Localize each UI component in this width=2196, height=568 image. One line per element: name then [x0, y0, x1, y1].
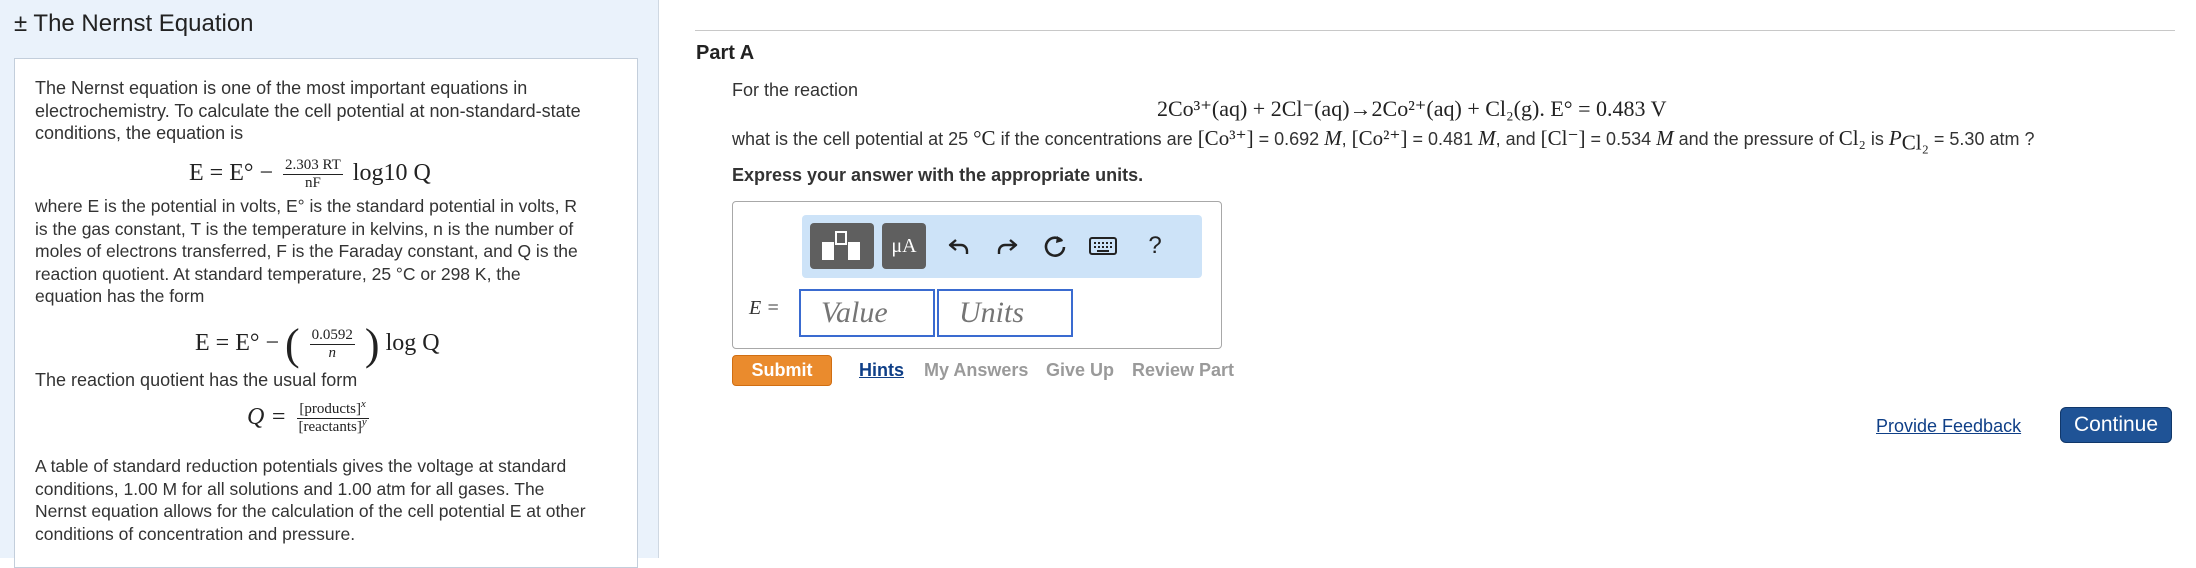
p2-line-4: reaction quotient. At standard temperatu…: [35, 263, 521, 284]
keyboard-icon[interactable]: [1082, 223, 1124, 269]
units-input[interactable]: [937, 289, 1073, 337]
continue-button[interactable]: Continue: [2060, 407, 2172, 443]
p2-line-3: moles of electrons transferred, F is the…: [35, 241, 578, 261]
my-answers-link[interactable]: My Answers: [924, 360, 1028, 381]
conc-cl-value: = 0.534: [1585, 129, 1657, 149]
answer-box: μA ? E =: [732, 201, 1222, 349]
hints-link[interactable]: Hints: [859, 360, 904, 381]
cl2-label: Cl₂: [1838, 126, 1866, 150]
reaction-intro: For the reaction: [732, 80, 859, 100]
eq1-fraction: 2.303 RT nF: [283, 157, 343, 192]
value-input[interactable]: [799, 289, 935, 337]
p2-line-5: equation has the form: [35, 286, 205, 306]
intro-paragraph-3: The reaction quotient has the usual form: [35, 370, 358, 390]
templates-button[interactable]: [810, 223, 874, 269]
eq1-lhs: E = E° −: [189, 160, 273, 187]
question-part-1: what is the cell potential at 25: [732, 129, 974, 149]
intro-title[interactable]: ± The Nernst Equation: [14, 10, 254, 38]
provide-feedback-link[interactable]: Provide Feedback: [1876, 416, 2021, 437]
eq2-right-paren: ): [364, 320, 380, 369]
help-button[interactable]: ?: [1134, 223, 1176, 269]
reaction-equation: 2Co³⁺(aq) + 2Cl⁻(aq)→2Co²⁺(aq) + Cl₂(g).…: [1157, 96, 1667, 121]
molar-unit-3: M: [1656, 126, 1674, 150]
math-toolbar: μA ?: [802, 215, 1202, 278]
question-area: Part A For the reaction 2Co³⁺(aq) + 2Cl⁻…: [659, 0, 2196, 558]
eq1-denominator: nF: [304, 175, 321, 191]
is-text: is: [1865, 129, 1889, 149]
question-part-2: if the concentrations are: [995, 129, 1198, 149]
p2-line-1: where E is the potential in volts, E° is…: [35, 196, 578, 216]
eq3-lhs: Q =: [247, 404, 287, 431]
temperature-unit: °C: [973, 126, 996, 150]
p2-line-2: is the gas constant, T is the temperatur…: [35, 218, 574, 239]
eq3-denominator-text: [reactants]: [298, 419, 362, 435]
eq2-numerator: 0.0592: [309, 327, 355, 345]
pressure-subscript: Cl₂: [1901, 130, 1929, 155]
eq2-denominator: n: [328, 345, 337, 361]
nernst-equation-standard: E = E° − ( 0.0592 n ) log Q: [195, 319, 440, 370]
eq2-lhs: E = E° −: [195, 330, 279, 357]
section-divider: [695, 30, 2175, 31]
conc-co3-value: = 0.692: [1253, 129, 1325, 149]
eq1-tail: log10 Q: [352, 160, 431, 187]
reaction-quotient-equation: Q = [products]x [reactants]y: [247, 398, 373, 436]
eq3-fraction: [products]x [reactants]y: [296, 398, 369, 436]
molar-unit-2: M: [1478, 126, 1496, 150]
intro-panel: ± The Nernst Equation The Nernst equatio…: [0, 0, 659, 568]
p4-line-4: conditions of concentration and pressure…: [35, 523, 356, 544]
question-text: what is the cell potential at 25 °C if t…: [732, 126, 2035, 153]
nernst-equation-general: E = E° − 2.303 RT nF log10 Q: [189, 157, 431, 192]
review-part-link[interactable]: Review Part: [1132, 360, 1234, 381]
intro-card: The Nernst equation is one of the most i…: [14, 58, 638, 568]
eq2-tail: log Q: [385, 330, 440, 357]
conc-co3-label: [Co³⁺]: [1197, 126, 1254, 150]
undo-icon[interactable]: [938, 223, 980, 269]
p4-line-3: Nernst equation allows for the calculati…: [35, 501, 586, 521]
eq2-left-paren: (: [285, 320, 300, 369]
submit-button[interactable]: Submit: [732, 355, 832, 386]
eq2-fraction: 0.0592 n: [309, 327, 355, 362]
units-button[interactable]: μA: [882, 223, 926, 269]
question-mark: ?: [2019, 129, 2035, 149]
eq3-numerator-exponent: x: [361, 398, 366, 410]
p4-line-2: conditions, 1.00 M for all solutions and…: [35, 478, 545, 499]
and-text: , and: [1495, 129, 1541, 149]
eq3-numerator: [products]x: [296, 398, 369, 419]
intro-paragraph-2: where E is the potential in volts, E° is…: [35, 195, 635, 308]
eq3-denominator: [reactants]y: [297, 416, 369, 436]
pressure-value: = 5.30 atm: [1928, 129, 2020, 149]
conc-co2-value: = 0.481: [1407, 129, 1479, 149]
intro-paragraph-1: The Nernst equation is one of the most i…: [35, 78, 581, 143]
conc-cl-label: [Cl⁻]: [1540, 126, 1586, 150]
give-up-link[interactable]: Give Up: [1046, 360, 1114, 381]
eq1-numerator: 2.303 RT: [283, 157, 343, 175]
eq3-numerator-text: [products]: [299, 401, 361, 417]
pressure-text: and the pressure of: [1673, 129, 1839, 149]
conc-co2-label: [Co²⁺]: [1351, 126, 1408, 150]
answer-instruction: Express your answer with the appropriate…: [732, 165, 1144, 185]
part-label[interactable]: Part A: [696, 42, 754, 65]
comma-1: ,: [1341, 129, 1352, 149]
p4-line-1: A table of standard reduction potentials…: [35, 456, 567, 476]
pressure-symbol: P: [1888, 126, 1902, 150]
molar-unit-1: M: [1324, 126, 1342, 150]
answer-label: E =: [749, 297, 780, 319]
templates-icon: [822, 231, 860, 260]
reset-icon[interactable]: [1034, 223, 1076, 269]
intro-paragraph-4: A table of standard reduction potentials…: [35, 455, 635, 545]
redo-icon[interactable]: [986, 223, 1028, 269]
eq3-denominator-exponent: y: [361, 416, 367, 428]
